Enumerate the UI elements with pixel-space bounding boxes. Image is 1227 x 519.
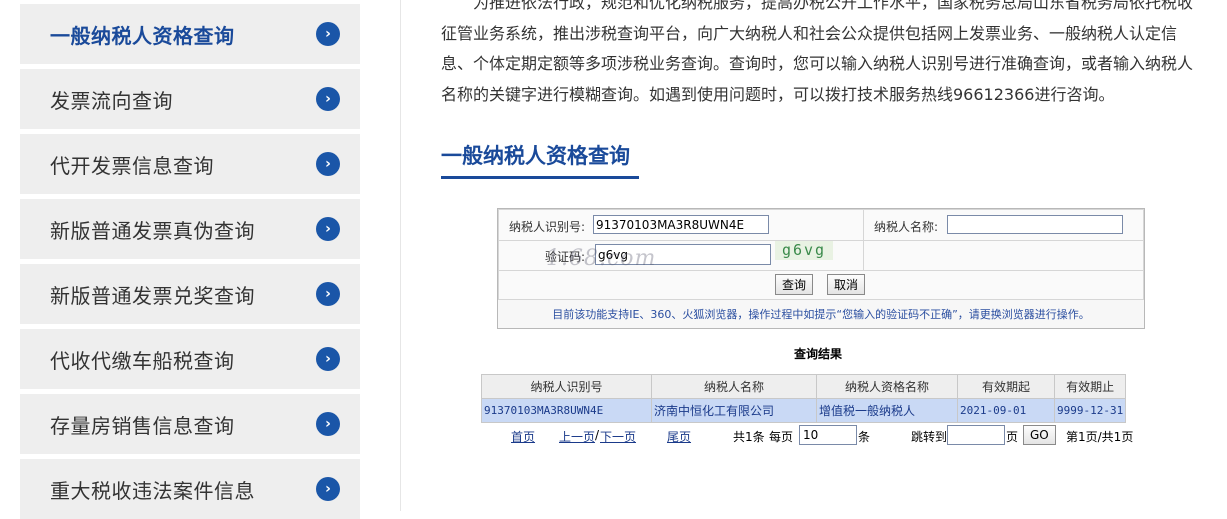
first-page-link[interactable]: 首页 <box>511 428 535 445</box>
sidebar-item-issued-invoice[interactable]: 代开发票信息查询 › <box>20 134 360 194</box>
column-header: 纳税人识别号 <box>481 374 652 399</box>
chevron-right-icon: › <box>316 282 340 306</box>
chevron-right-icon: › <box>316 347 340 371</box>
sidebar-item-label: 代收代缴车船税查询 <box>50 348 235 373</box>
intro-paragraph: 为推进依法行政，规范和优化纳税服务，提高办税公开工作水平，国家税务总局山东省税务… <box>441 0 1194 104</box>
cell-qualification: 增值税一般纳税人 <box>816 398 958 423</box>
sidebar-item-general-taxpayer[interactable]: 一般纳税人资格查询 › <box>20 4 360 64</box>
captcha-image[interactable]: g6vg <box>775 241 833 260</box>
cell-end-date: 9999-12-31 <box>1053 398 1127 423</box>
chevron-right-icon: › <box>316 217 340 241</box>
sidebar-item-label: 一般纳税人资格查询 <box>50 23 235 48</box>
sidebar-item-label: 代开发票信息查询 <box>50 153 214 178</box>
chevron-right-icon: › <box>316 152 340 176</box>
cell-taxid: 91370103MA3R8UWN4E <box>481 398 652 423</box>
total-count: 共1条 <box>733 430 765 444</box>
sidebar-item-label: 重大税收违法案件信息 <box>50 478 255 503</box>
query-form: 纳税人识别号: 纳税人名称: 验证码: g6vg 1.68.com 查询 取消 … <box>497 208 1145 329</box>
prev-page-link[interactable]: 上一页 <box>559 428 595 445</box>
sidebar-item-invoice-authenticity[interactable]: 新版普通发票真伪查询 › <box>20 199 360 259</box>
pagination: 首页 上一页 / 下一页 尾页 共1条 每页 条 跳转到 页 GO 第1页/共1… <box>0 424 1227 446</box>
intro-text: 为推进依法行政，规范和优化纳税服务，提高办税公开工作水平，国家税务总局山东省税务… <box>441 0 1201 110</box>
jump-label: 跳转到 <box>911 430 948 444</box>
cell-start-date: 2021-09-01 <box>957 398 1055 423</box>
taxpayer-name-label: 纳税人名称: <box>874 220 939 234</box>
column-header: 纳税人资格名称 <box>816 374 958 399</box>
sidebar-item-invoice-flow[interactable]: 发票流向查询 › <box>20 69 360 129</box>
go-button[interactable]: GO <box>1023 425 1056 445</box>
column-header: 纳税人名称 <box>651 374 817 399</box>
pager-separator: / <box>595 428 600 442</box>
sidebar-item-vehicle-tax[interactable]: 代收代缴车船税查询 › <box>20 329 360 389</box>
form-cell <box>863 240 1144 271</box>
query-button[interactable]: 查询 <box>775 274 814 295</box>
chevron-right-icon: › <box>316 22 340 46</box>
results-table: 纳税人识别号 纳税人名称 纳税人资格名称 有效期起 有效期止 91370103M… <box>481 374 1127 423</box>
results-title: 查询结果 <box>794 347 843 361</box>
sidebar-item-label: 发票流向查询 <box>50 88 173 113</box>
per-page-label: 每页 <box>769 430 794 444</box>
cell-name: 济南中恒化工有限公司 <box>651 398 817 423</box>
page-unit: 页 <box>1006 430 1019 444</box>
column-header: 有效期起 <box>957 374 1055 399</box>
sidebar-item-label: 新版普通发票兑奖查询 <box>50 283 255 308</box>
per-page-unit: 条 <box>858 430 871 444</box>
taxid-label: 纳税人识别号: <box>509 220 586 234</box>
taxpayer-name-input[interactable] <box>947 215 1123 234</box>
cancel-button[interactable]: 取消 <box>827 274 866 295</box>
watermark: 1.68.com <box>546 246 657 271</box>
page-info: 第1页/共1页 <box>1066 430 1134 444</box>
chevron-right-icon: › <box>316 477 340 501</box>
taxid-input[interactable] <box>593 215 769 234</box>
table-header-row: 纳税人识别号 纳税人名称 纳税人资格名称 有效期起 有效期止 <box>481 374 1127 399</box>
sidebar-item-label: 新版普通发票真伪查询 <box>50 218 255 243</box>
per-page-input[interactable] <box>799 425 857 445</box>
next-page-link[interactable]: 下一页 <box>600 428 636 445</box>
title-underline <box>441 176 639 179</box>
jump-page-input[interactable] <box>947 425 1005 445</box>
column-header: 有效期止 <box>1053 374 1127 399</box>
form-cell <box>498 270 1144 300</box>
chevron-right-icon: › <box>316 87 340 111</box>
last-page-link[interactable]: 尾页 <box>667 428 691 445</box>
sidebar-item-invoice-lottery[interactable]: 新版普通发票兑奖查询 › <box>20 264 360 324</box>
sidebar-item-tax-violations[interactable]: 重大税收违法案件信息 › <box>20 459 360 519</box>
table-row[interactable]: 91370103MA3R8UWN4E 济南中恒化工有限公司 增值税一般纳税人 2… <box>481 398 1127 423</box>
browser-notice: 目前该功能支持IE、360、火狐浏览器，操作过程中如提示“您输入的验证码不正确”… <box>552 308 1090 321</box>
page-title: 一般纳税人资格查询 <box>441 144 630 168</box>
